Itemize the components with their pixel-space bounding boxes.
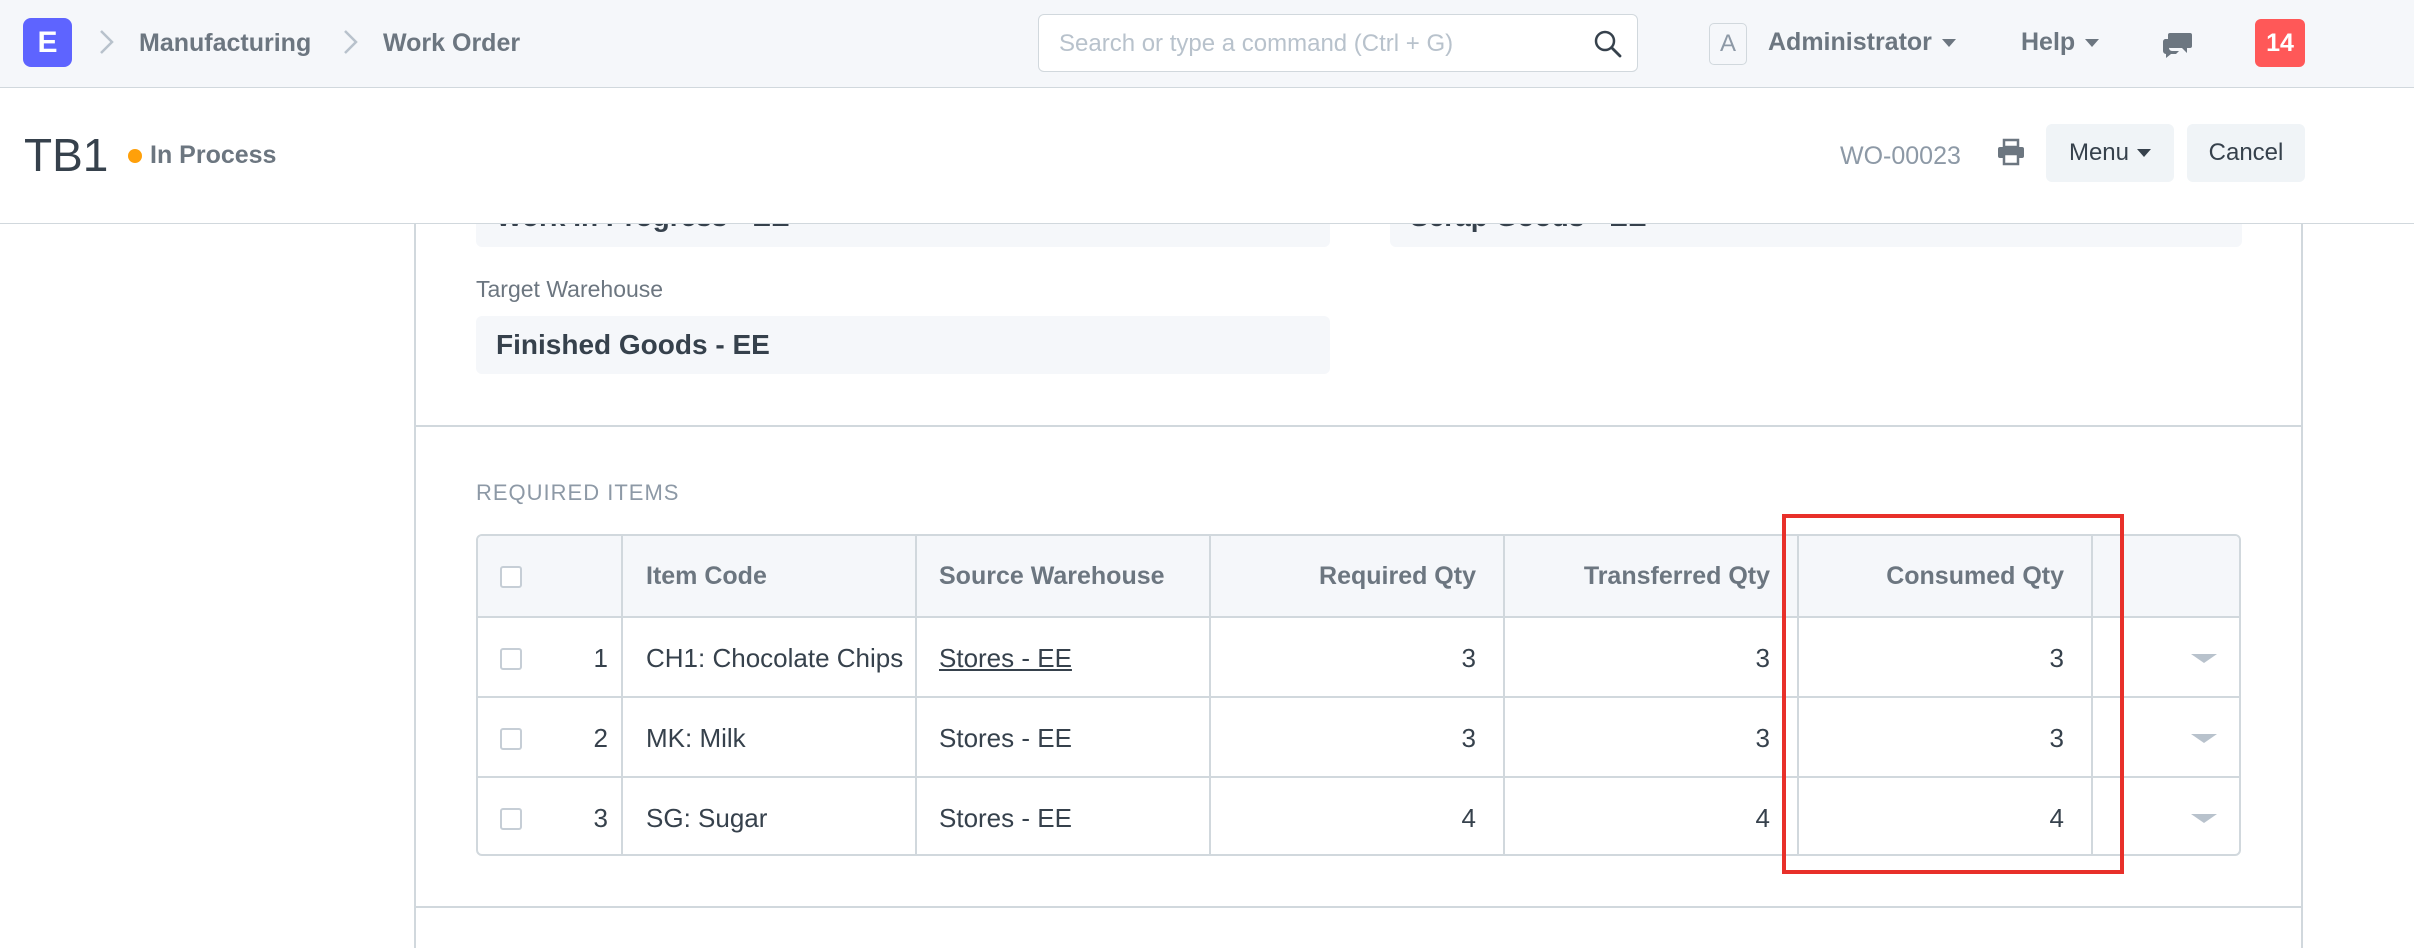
form-border-right [2301, 224, 2303, 948]
chat-icon[interactable] [2162, 30, 2194, 58]
cancel-button[interactable]: Cancel [2187, 124, 2305, 182]
status-indicator-dot [128, 149, 142, 163]
page-title: TB1 [24, 129, 109, 181]
row-expand-caret-icon[interactable] [2191, 654, 2217, 663]
required-qty-cell[interactable]: 4 [1216, 778, 1476, 854]
highlight-box [1782, 514, 2124, 874]
section-title-required-items: REQUIRED ITEMS [476, 480, 680, 505]
notification-badge[interactable]: 14 [2255, 19, 2305, 67]
breadcrumb-manufacturing[interactable]: Manufacturing [139, 29, 311, 58]
transferred-qty-cell[interactable]: 4 [1510, 778, 1770, 854]
form-border-left [414, 224, 416, 948]
target-warehouse-label: Target Warehouse [476, 276, 664, 302]
column-divider [1209, 536, 1211, 854]
row-checkbox[interactable] [500, 808, 522, 830]
wip-warehouse-clip: Work In Progress - EE [476, 224, 1330, 247]
menu-button-label: Menu [2068, 139, 2130, 166]
help-label: Help [2021, 28, 2076, 56]
search-icon[interactable] [1593, 29, 1623, 59]
chevron-right-icon [342, 28, 360, 56]
required-qty-cell[interactable]: 3 [1216, 618, 1476, 698]
document-id: WO-00023 [1840, 142, 1961, 170]
section-divider [415, 906, 2302, 908]
awesome-bar[interactable] [1038, 14, 1638, 72]
required-qty-cell[interactable]: 3 [1216, 698, 1476, 778]
chevron-right-icon [98, 28, 116, 56]
status-indicator: In Process [150, 141, 277, 169]
row-index: 1 [593, 642, 608, 673]
item-code-cell[interactable]: MK: Milk [646, 698, 926, 778]
source-warehouse-cell[interactable]: Stores - EE [939, 778, 1219, 854]
item-code-cell[interactable]: CH1: Chocolate Chips [646, 618, 926, 698]
row-index: 2 [593, 722, 608, 753]
row-index: 3 [593, 802, 608, 833]
target-warehouse-field[interactable]: Finished Goods - EE [476, 316, 1330, 374]
source-warehouse-cell[interactable]: Stores - EE [939, 698, 1219, 778]
select-all-checkbox[interactable] [500, 566, 522, 588]
user-menu-label: Administrator [1768, 28, 1932, 56]
item-code-cell[interactable]: SG: Sugar [646, 778, 926, 854]
app-logo[interactable]: E [23, 18, 72, 67]
row-expand-caret-icon[interactable] [2191, 734, 2217, 743]
scrap-warehouse-clip: Scrap Goods - EE [1390, 224, 2242, 247]
transferred-qty-cell[interactable]: 3 [1510, 618, 1770, 698]
column-divider [915, 536, 917, 854]
help-dropdown[interactable]: Help [2021, 28, 2100, 57]
scrap-warehouse-field[interactable]: Scrap Goods - EE [1390, 224, 2242, 247]
caret-down-icon [1941, 39, 1956, 48]
section-divider [415, 425, 2302, 427]
caret-down-icon [2137, 149, 2152, 157]
page-head: TB1 In Process WO-00023 Menu Cancel [0, 88, 2414, 224]
user-menu-dropdown[interactable]: Administrator [1768, 28, 1956, 57]
column-divider [621, 536, 623, 854]
column-header-required-qty: Required Qty [1319, 561, 1476, 590]
print-icon[interactable] [1996, 138, 2026, 166]
menu-button[interactable]: Menu [2046, 124, 2174, 182]
row-checkbox[interactable] [500, 728, 522, 750]
user-avatar[interactable]: A [1709, 23, 1747, 65]
top-navbar: E Manufacturing Work Order A Administrat… [0, 0, 2414, 88]
caret-down-icon [2085, 39, 2100, 48]
wip-warehouse-field[interactable]: Work In Progress - EE [476, 224, 1330, 247]
row-checkbox[interactable] [500, 648, 522, 670]
search-input[interactable] [1059, 27, 1579, 61]
column-header-item-code: Item Code [646, 561, 767, 590]
source-warehouse-cell[interactable]: Stores - EE [939, 618, 1219, 698]
column-header-source-warehouse: Source Warehouse [939, 561, 1165, 590]
breadcrumb-work-order[interactable]: Work Order [383, 29, 520, 58]
column-divider [1503, 536, 1505, 854]
column-header-transferred-qty: Transferred Qty [1583, 561, 1770, 590]
transferred-qty-cell[interactable]: 3 [1510, 698, 1770, 778]
row-expand-caret-icon[interactable] [2191, 814, 2217, 823]
